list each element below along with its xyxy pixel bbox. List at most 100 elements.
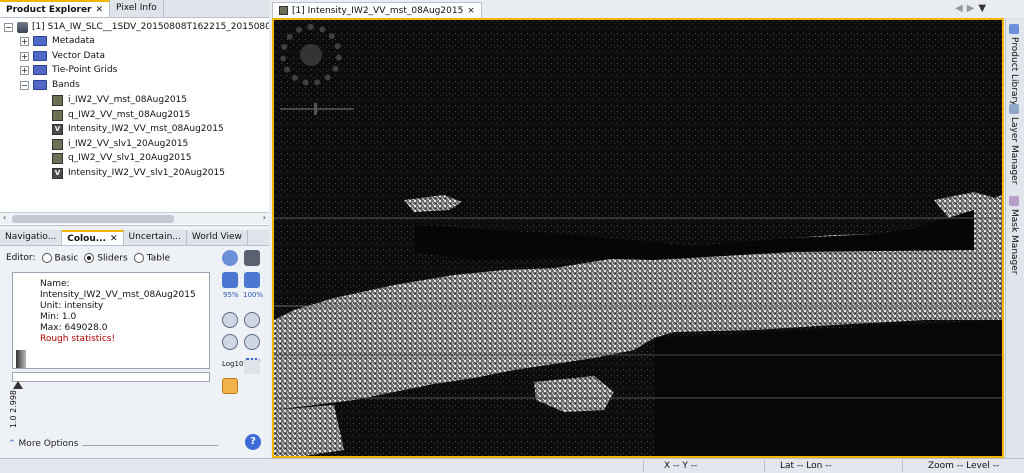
band-info: Name: Intensity_IW2_VV_mst_08Aug2015 Uni… [40, 279, 209, 345]
tree-band-item[interactable]: i_IW2_VV_mst_08Aug2015 [52, 93, 187, 107]
tree-band-item[interactable]: q_IW2_VV_mst_08Aug2015 [52, 108, 190, 122]
radio-label: Basic [54, 253, 79, 264]
previous-icon[interactable]: ◀ [955, 3, 967, 14]
tab-product-explorer[interactable]: Product Explorer ✕ [0, 0, 111, 17]
mode-basic-radio[interactable]: Basic [41, 253, 79, 264]
image-canvas[interactable] [272, 18, 1004, 458]
help-icon[interactable]: ? [245, 434, 261, 450]
radio-icon[interactable] [133, 253, 144, 263]
tab-layer-manager[interactable]: Layer Manager [1009, 104, 1019, 184]
tab-mask-manager[interactable]: Mask Manager [1009, 196, 1019, 275]
product-icon [17, 21, 28, 33]
zoom-out-horizontal-icon[interactable] [244, 334, 260, 350]
band-icon [52, 94, 63, 106]
radio-label: Table [146, 253, 170, 264]
more-options[interactable]: ⌃ More Options [8, 439, 78, 449]
tree-band-item[interactable]: q_IW2_VV_slv1_20Aug2015 [52, 151, 191, 165]
zoom-out-vertical-icon[interactable] [244, 312, 260, 328]
info-max: Max: 649028.0 [40, 323, 108, 333]
export-icon[interactable] [244, 272, 260, 288]
horizontal-scrollbar[interactable]: ‹ › [0, 212, 269, 224]
status-bar: X -- Y -- Lat -- Lon -- Zoom -- Level -- [0, 458, 1024, 473]
tree-label: Metadata [52, 36, 95, 46]
percent-95-label[interactable]: 95% [223, 291, 239, 299]
colour-gradient-bar[interactable] [12, 372, 210, 382]
tree-product[interactable]: − [1] S1A_IW_SLC__1SDV_20150808T162215_2… [4, 20, 269, 34]
slider-handle[interactable] [13, 381, 23, 389]
tree-band-item[interactable]: V Intensity_IW2_VV_mst_08Aug2015 [52, 122, 224, 136]
dropdown-icon[interactable]: ▼ [978, 3, 990, 14]
right-sidebar: Product Library Layer Manager Mask Manag… [1005, 18, 1024, 458]
more-options-icon[interactable] [222, 378, 238, 394]
scroll-right-icon[interactable]: › [263, 213, 266, 222]
multi-apply-icon[interactable] [244, 250, 260, 266]
import-icon[interactable] [222, 272, 238, 288]
histogram-spike [16, 350, 26, 368]
band-label: Intensity_IW2_VV_mst_08Aug2015 [68, 124, 224, 134]
distribute-sliders-icon[interactable] [244, 358, 260, 374]
tree-band-item[interactable]: V Intensity_IW2_VV_slv1_20Aug2015 [52, 166, 225, 180]
tab-product-library[interactable]: Product Library [1009, 24, 1019, 106]
status-latlon: Lat -- Lon -- [780, 461, 832, 471]
tool-tabs: Navigatio... Colou... ✕ Uncertain... Worl… [0, 230, 269, 246]
editor-label: Editor: [6, 253, 36, 264]
status-separator [902, 460, 903, 472]
expand-toggle-icon[interactable]: + [20, 51, 29, 61]
tree-bands[interactable]: − Bands [20, 78, 80, 92]
virtual-band-icon: V [52, 167, 63, 179]
tree-band-item[interactable]: i_IW2_VV_slv1_20Aug2015 [52, 137, 188, 151]
zoom-in-vertical-icon[interactable] [222, 312, 238, 328]
tab-label: Colou... [67, 234, 106, 244]
folder-icon [33, 65, 47, 75]
zoom-slider[interactable] [280, 103, 354, 115]
mode-table-radio[interactable]: Table [133, 253, 170, 264]
radio-label: Sliders [97, 253, 128, 264]
band-icon [279, 6, 288, 15]
folder-icon [33, 51, 47, 61]
tab-uncertainty[interactable]: Uncertain... [124, 230, 187, 245]
band-icon [52, 138, 63, 150]
band-label: q_IW2_VV_slv1_20Aug2015 [68, 153, 192, 163]
tab-navigation[interactable]: Navigatio... [0, 230, 63, 245]
tab-pixel-info[interactable]: Pixel Info [110, 0, 164, 17]
mode-sliders-radio[interactable]: Sliders [84, 253, 128, 264]
close-icon[interactable]: ✕ [110, 234, 118, 244]
explorer-tabs: Product Explorer ✕ Pixel Info [0, 0, 269, 18]
zoom-in-horizontal-icon[interactable] [222, 334, 238, 350]
tree-vector-data[interactable]: + Vector Data [20, 49, 105, 63]
band-icon [52, 109, 63, 121]
collapse-toggle-icon[interactable]: − [20, 80, 29, 90]
tree-metadata[interactable]: + Metadata [20, 34, 95, 48]
scroll-left-icon[interactable]: ‹ [3, 213, 6, 222]
collapse-toggle-icon[interactable]: − [4, 22, 13, 32]
pan-control-icon[interactable] [280, 24, 342, 86]
radio-selected-icon[interactable] [84, 253, 95, 263]
tab-world-view[interactable]: World View [187, 230, 248, 245]
scrollbar-thumb[interactable] [12, 215, 174, 223]
close-icon[interactable]: ✕ [95, 5, 103, 15]
chevron-up-icon: ⌃ [8, 439, 16, 449]
left-panel: Product Explorer ✕ Pixel Info − [1] S1A_I… [0, 0, 269, 458]
expand-toggle-icon[interactable]: + [20, 36, 29, 46]
radio-icon[interactable] [41, 253, 52, 263]
tree-label: Vector Data [52, 51, 106, 61]
log10-label[interactable]: Log10 [222, 360, 243, 368]
tree-tie-point-grids[interactable]: + Tie-Point Grids [20, 63, 117, 77]
right-tab-label: Product Library [1009, 37, 1019, 106]
tree-label: Tie-Point Grids [52, 65, 118, 75]
close-icon[interactable]: × [467, 6, 475, 16]
status-zoom: Zoom -- Level -- [928, 461, 1000, 471]
percent-100-label[interactable]: 100% [243, 291, 263, 299]
expand-toggle-icon[interactable]: + [20, 65, 29, 75]
virtual-band-icon: V [52, 123, 63, 135]
tree-label: Bands [52, 80, 80, 90]
tab-colour-manipulation[interactable]: Colou... ✕ [62, 230, 124, 245]
reset-icon[interactable] [222, 250, 238, 266]
tab-label: Pixel Info [116, 3, 157, 13]
image-view-tab[interactable]: [1] Intensity_IW2_VV_mst_08Aug2015 × [272, 2, 482, 18]
open-folder-icon [33, 80, 47, 90]
histogram-panel: Name: Intensity_IW2_VV_mst_08Aug2015 Uni… [12, 272, 210, 369]
next-icon[interactable]: ▶ [967, 3, 979, 14]
band-icon [52, 152, 63, 164]
info-warning: Rough statistics! [40, 334, 116, 344]
